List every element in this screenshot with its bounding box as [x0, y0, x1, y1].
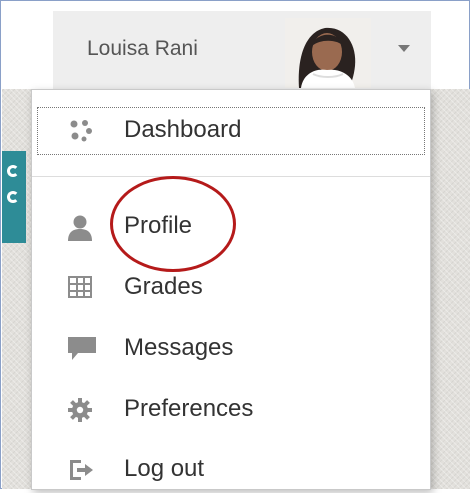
screenshot-frame: Louisa Rani Dashboard Profile Grades Mes… — [0, 0, 470, 490]
menu-item-label: Preferences — [124, 395, 254, 422]
dashboard-icon — [68, 119, 92, 143]
chevron-down-icon[interactable] — [398, 45, 410, 52]
menu-item-preferences[interactable]: Preferences — [32, 387, 430, 433]
avatar-image — [285, 18, 371, 88]
menu-item-grades[interactable]: Grades — [32, 265, 430, 311]
gear-icon — [68, 398, 92, 422]
menu-item-label: Dashboard — [124, 116, 242, 143]
menu-item-label: Grades — [124, 273, 203, 300]
menu-divider — [32, 176, 430, 177]
refresh-icon[interactable] — [7, 165, 19, 177]
annotation-circle — [110, 176, 236, 272]
user-menu-toggle[interactable]: Louisa Rani — [53, 11, 431, 89]
menu-item-label: Messages — [124, 334, 234, 361]
user-name: Louisa Rani — [87, 37, 198, 60]
grades-table-icon — [68, 276, 92, 300]
speech-bubble-icon — [68, 337, 96, 361]
avatar[interactable] — [285, 18, 371, 88]
menu-item-label: Log out — [124, 455, 205, 482]
refresh-icon[interactable] — [7, 191, 19, 203]
logout-arrow-icon — [68, 458, 93, 482]
user-dropdown-menu: Dashboard Profile Grades Messages Prefer… — [31, 89, 431, 490]
menu-item-dashboard[interactable]: Dashboard — [37, 107, 425, 155]
side-panel-strip — [2, 151, 26, 243]
menu-item-messages[interactable]: Messages — [32, 326, 430, 372]
menu-item-logout[interactable]: Log out — [32, 447, 430, 493]
user-icon — [68, 215, 92, 241]
